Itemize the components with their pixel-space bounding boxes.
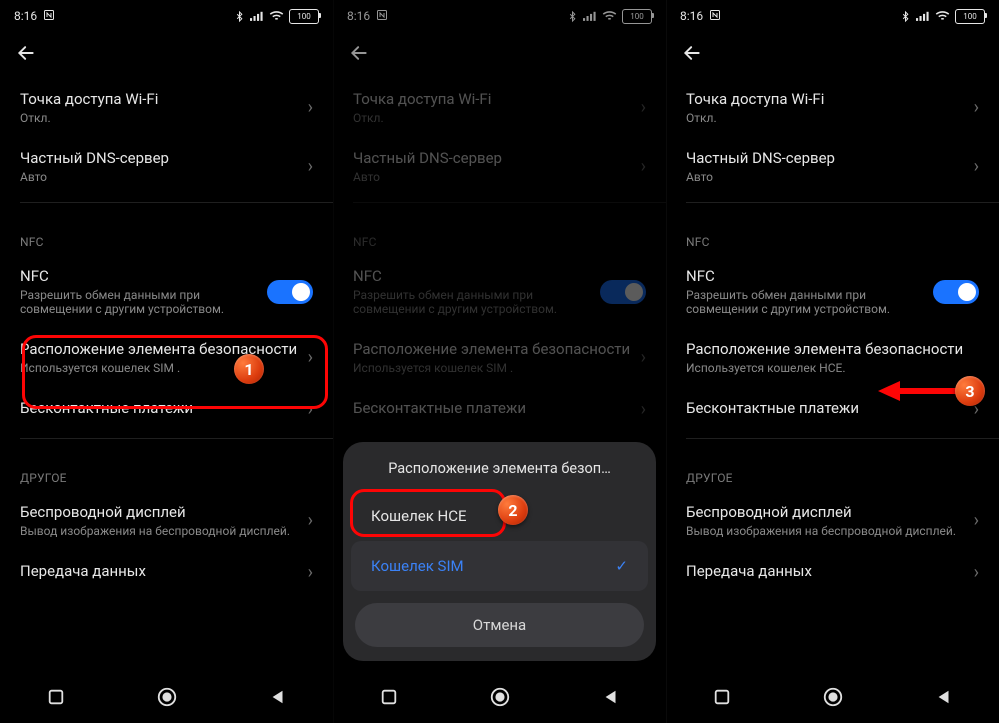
- nav-recent-button[interactable]: [709, 684, 735, 710]
- chevron-right-icon: ›: [308, 562, 313, 583]
- setting-subtitle: Разрешить обмен данными при совмещении с…: [686, 288, 933, 316]
- chevron-right-icon: ›: [308, 97, 313, 118]
- android-nav-bar: [666, 671, 999, 723]
- nav-back-button[interactable]: [598, 684, 624, 710]
- chevron-right-icon: ›: [308, 510, 313, 531]
- signal-icon: [250, 10, 264, 22]
- chevron-right-icon: ›: [974, 156, 979, 177]
- back-button[interactable]: [12, 39, 40, 67]
- setting-title: Частный DNS-сервер: [20, 149, 302, 167]
- chevron-right-icon: ›: [308, 156, 313, 177]
- android-nav-bar: [0, 671, 333, 723]
- setting-secure-element[interactable]: Расположение элемента безопасности Исполь…: [666, 328, 999, 387]
- setting-title: Расположение элемента безопасности: [20, 340, 302, 358]
- setting-title: Бесконтактные платежи: [686, 399, 968, 417]
- setting-title: Передача данных: [20, 562, 302, 580]
- setting-title: Бесконтактные платежи: [20, 399, 302, 417]
- setting-contactless[interactable]: Бесконтактные платежи ›: [666, 387, 999, 432]
- bluetooth-icon: [900, 10, 911, 23]
- setting-title: Точка доступа Wi-Fi: [20, 90, 302, 108]
- setting-subtitle: Вывод изображения на беспроводной диспле…: [20, 524, 302, 538]
- nfc-indicator-icon: [43, 9, 55, 24]
- setting-wireless-display[interactable]: Беспроводной дисплей Вывод изображения на…: [0, 491, 333, 550]
- back-button[interactable]: [678, 39, 706, 67]
- nav-back-button[interactable]: [931, 684, 957, 710]
- chevron-right-icon: ›: [974, 399, 979, 420]
- option-label: Кошелек SIM: [371, 557, 464, 575]
- section-header-nfc: NFC: [666, 217, 999, 255]
- dialog-option-sim[interactable]: Кошелек SIM ✓: [351, 541, 648, 591]
- setting-title: Беспроводной дисплей: [20, 503, 302, 521]
- setting-secure-element[interactable]: Расположение элемента безопасности Исполь…: [0, 328, 333, 387]
- setting-wifi-hotspot[interactable]: Точка доступа Wi-Fi Откл. ›: [0, 78, 333, 137]
- dialog-option-hce[interactable]: Кошелек HCE: [351, 491, 648, 541]
- setting-private-dns[interactable]: Частный DNS-сервер Авто ›: [0, 137, 333, 196]
- nav-back-button[interactable]: [265, 684, 291, 710]
- battery-icon: 100: [955, 9, 985, 24]
- nfc-toggle[interactable]: [933, 280, 979, 304]
- phone-screen-3: 8:16 100 Точка доступа Wi-Fi Откл. › Част…: [666, 0, 999, 723]
- chevron-right-icon: ›: [974, 562, 979, 583]
- setting-subtitle: Используется кошелек SIM .: [20, 361, 302, 375]
- section-header-other: ДРУГОЕ: [666, 453, 999, 491]
- status-bar: 8:16 100: [666, 0, 999, 28]
- chevron-right-icon: ›: [308, 399, 313, 420]
- setting-title: Частный DNS-сервер: [686, 149, 968, 167]
- chevron-right-icon: ›: [974, 510, 979, 531]
- section-header-other: ДРУГОЕ: [0, 453, 333, 491]
- phone-screen-2: 8:16 100 Точка доступа Wi-FiОткл. › Част…: [333, 0, 666, 723]
- dialog-cancel-button[interactable]: Отмена: [355, 603, 644, 647]
- setting-private-dns[interactable]: Частный DNS-сервер Авто ›: [666, 137, 999, 196]
- nfc-indicator-icon: [709, 9, 721, 24]
- setting-title: NFC: [20, 267, 267, 285]
- setting-subtitle: Откл.: [686, 111, 968, 125]
- setting-wireless-display[interactable]: Беспроводной дисплей Вывод изображения на…: [666, 491, 999, 550]
- bluetooth-icon: [234, 10, 245, 23]
- setting-subtitle: Вывод изображения на беспроводной диспле…: [686, 524, 968, 538]
- setting-subtitle: Используется кошелек HCE.: [686, 361, 979, 375]
- nfc-toggle[interactable]: [267, 280, 313, 304]
- wifi-icon: [935, 10, 950, 22]
- nav-home-button[interactable]: [820, 684, 846, 710]
- setting-title: Передача данных: [686, 562, 968, 580]
- setting-subtitle: Разрешить обмен данными при совмещении с…: [20, 288, 267, 316]
- android-nav-bar: [333, 671, 666, 723]
- setting-data-transfer[interactable]: Передача данных ›: [666, 550, 999, 595]
- nav-home-button[interactable]: [487, 684, 513, 710]
- nav-recent-button[interactable]: [43, 684, 69, 710]
- option-label: Кошелек HCE: [371, 507, 467, 525]
- status-time: 8:16: [680, 9, 703, 23]
- signal-icon: [916, 10, 930, 22]
- battery-icon: 100: [289, 9, 319, 24]
- setting-nfc-toggle[interactable]: NFC Разрешить обмен данными при совмещени…: [666, 255, 999, 328]
- check-icon: ✓: [615, 557, 628, 575]
- setting-contactless[interactable]: Бесконтактные платежи ›: [0, 387, 333, 432]
- setting-wifi-hotspot[interactable]: Точка доступа Wi-Fi Откл. ›: [666, 78, 999, 137]
- setting-subtitle: Авто: [20, 170, 302, 184]
- setting-title: Точка доступа Wi-Fi: [686, 90, 968, 108]
- setting-title: Расположение элемента безопасности: [686, 340, 979, 358]
- dialog-title: Расположение элемента безоп…: [343, 442, 656, 491]
- chevron-right-icon: ›: [974, 97, 979, 118]
- setting-data-transfer[interactable]: Передача данных ›: [0, 550, 333, 595]
- secure-element-dialog: Расположение элемента безоп… Кошелек HCE…: [343, 442, 656, 661]
- nav-home-button[interactable]: [154, 684, 180, 710]
- setting-title: Беспроводной дисплей: [686, 503, 968, 521]
- setting-subtitle: Авто: [686, 170, 968, 184]
- status-bar: 8:16 100: [0, 0, 333, 28]
- chevron-right-icon: ›: [308, 347, 313, 368]
- section-header-nfc: NFC: [0, 217, 333, 255]
- setting-nfc-toggle[interactable]: NFC Разрешить обмен данными при совмещени…: [0, 255, 333, 328]
- nav-recent-button[interactable]: [376, 684, 402, 710]
- setting-title: NFC: [686, 267, 933, 285]
- phone-screen-1: 8:16 100 Точка доступа Wi-Fi Откл. ›: [0, 0, 333, 723]
- setting-subtitle: Откл.: [20, 111, 302, 125]
- wifi-icon: [269, 10, 284, 22]
- status-time: 8:16: [14, 9, 37, 23]
